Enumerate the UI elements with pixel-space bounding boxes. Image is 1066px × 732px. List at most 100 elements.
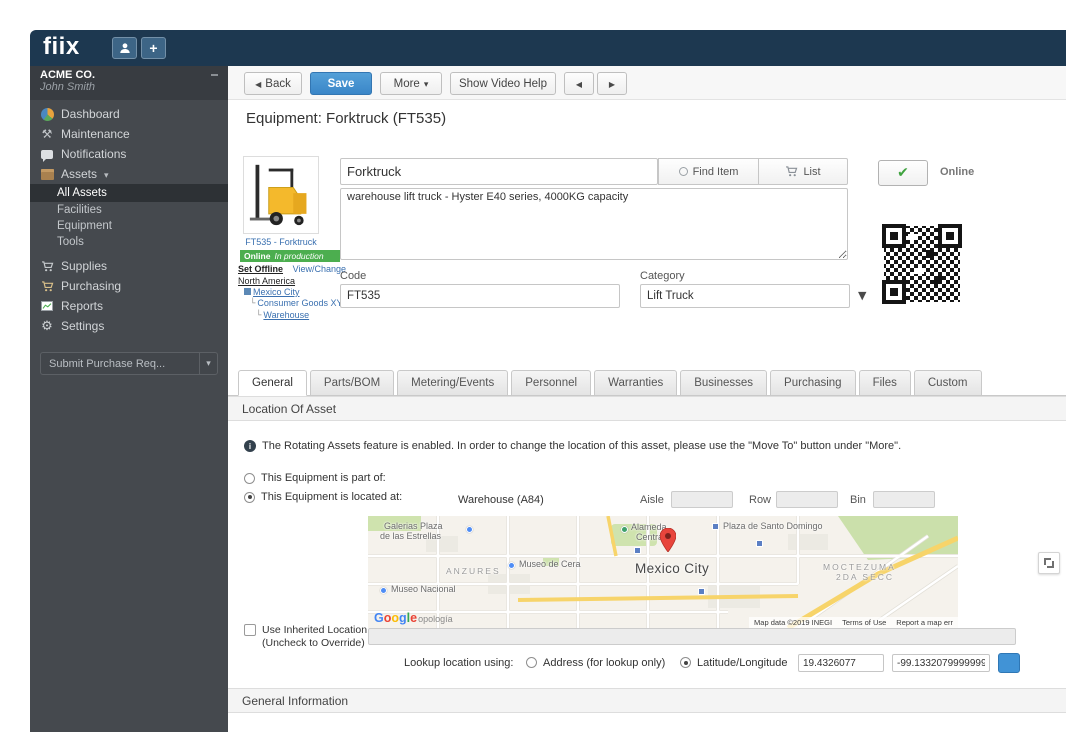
- map-metro-icon[interactable]: [698, 588, 705, 595]
- map-poi-dot[interactable]: [466, 526, 473, 533]
- map-poi-dot[interactable]: [621, 526, 628, 533]
- view-change-link[interactable]: View/Change: [293, 264, 346, 274]
- category-input[interactable]: [640, 284, 850, 308]
- longitude-input[interactable]: [892, 654, 990, 672]
- toolbar: Back Save More Show Video Help: [228, 66, 1066, 100]
- sidebar-item-label: Purchasing: [61, 279, 121, 293]
- sidebar-item-settings[interactable]: Settings: [30, 316, 228, 336]
- tree-item-north-america[interactable]: North America: [238, 276, 295, 286]
- more-button[interactable]: More: [380, 72, 442, 95]
- add-button[interactable]: +: [141, 37, 166, 59]
- map-label-galerias: Galerias Plaza: [384, 521, 443, 531]
- tree-item-mexico-city[interactable]: Mexico City: [253, 287, 300, 297]
- address-input[interactable]: [368, 628, 1016, 645]
- save-button[interactable]: Save: [310, 72, 372, 95]
- tab-parts-bom[interactable]: Parts/BOM: [310, 370, 394, 396]
- report-map-error-link[interactable]: Report a map err: [896, 618, 953, 627]
- maintenance-icon: [40, 127, 54, 141]
- find-item-button[interactable]: Find Item: [658, 158, 759, 185]
- map-pin-icon[interactable]: [660, 528, 676, 552]
- bin-input[interactable]: [873, 491, 935, 508]
- assets-icon: [41, 169, 54, 180]
- row-input[interactable]: [776, 491, 838, 508]
- tree-item-warehouse[interactable]: Warehouse: [263, 310, 309, 320]
- tab-personnel[interactable]: Personnel: [511, 370, 591, 396]
- sidebar-item-assets[interactable]: Assets: [30, 164, 228, 184]
- sidebar-item-supplies[interactable]: Supplies: [30, 256, 228, 276]
- code-input[interactable]: [340, 284, 620, 308]
- set-offline-link[interactable]: Set Offline: [238, 264, 283, 274]
- tree-item-consumer-goods[interactable]: Consumer Goods XYZ: [257, 298, 348, 308]
- sidebar-subitem-label: Tools: [57, 236, 84, 248]
- submit-purchase-req-button[interactable]: Submit Purchase Req...: [40, 352, 218, 375]
- tab-custom[interactable]: Custom: [914, 370, 982, 396]
- sidebar-item-reports[interactable]: Reports: [30, 296, 228, 316]
- location-map[interactable]: Galerias Plaza de las Estrellas ANZURES …: [368, 516, 958, 628]
- prev-button[interactable]: [564, 72, 594, 95]
- app-window: fiix + ACME CO. John Smith Dashboard: [30, 30, 1066, 732]
- sidebar-item-all-assets[interactable]: All Assets: [30, 184, 228, 202]
- top-header-bar: fiix +: [30, 30, 1066, 66]
- tab-warranties[interactable]: Warranties: [594, 370, 677, 396]
- google-logo[interactable]: Googleopología: [374, 611, 453, 625]
- lookup-address-radio[interactable]: [526, 657, 537, 668]
- map-label-santo-domingo: Plaza de Santo Domingo: [723, 521, 823, 531]
- category-dropdown-icon[interactable]: ▼: [858, 289, 866, 302]
- map-label-partial: opología: [418, 614, 453, 624]
- terms-of-use-link[interactable]: Terms of Use: [842, 618, 886, 627]
- tab-files[interactable]: Files: [859, 370, 911, 396]
- sidebar-item-tools[interactable]: Tools: [30, 234, 228, 250]
- next-button[interactable]: [597, 72, 627, 95]
- account-block[interactable]: ACME CO. John Smith: [30, 66, 228, 100]
- online-toggle-button[interactable]: ✔: [878, 160, 928, 186]
- asset-description-input[interactable]: warehouse lift truck - Hyster E40 series…: [340, 188, 848, 260]
- aisle-input[interactable]: [671, 491, 733, 508]
- map-fullscreen-icon[interactable]: [1038, 552, 1060, 574]
- map-metro-icon[interactable]: [712, 523, 719, 530]
- code-label: Code: [340, 270, 366, 282]
- caret-down-icon[interactable]: [199, 353, 217, 374]
- sidebar-item-label: Reports: [61, 299, 103, 313]
- sidebar-item-purchasing[interactable]: Purchasing: [30, 276, 228, 296]
- asset-photo[interactable]: [243, 156, 319, 234]
- inherited-location-checkbox[interactable]: [244, 624, 256, 636]
- supplies-cart-icon: [40, 261, 54, 272]
- part-of-radio[interactable]: [244, 473, 255, 484]
- asset-status-bar: Online In production: [240, 250, 340, 262]
- sidebar-item-label: Notifications: [61, 147, 126, 161]
- video-help-button[interactable]: Show Video Help: [450, 72, 556, 95]
- map-poi-dot[interactable]: [508, 562, 515, 569]
- notice-text: The Rotating Assets feature is enabled. …: [262, 440, 901, 452]
- sidebar-item-dashboard[interactable]: Dashboard: [30, 104, 228, 124]
- lookup-latlong-radio[interactable]: [680, 657, 691, 668]
- status-online-label: Online: [244, 251, 270, 261]
- sidebar-item-label: Dashboard: [61, 107, 120, 121]
- lookup-latlong-label: Latitude/Longitude: [697, 657, 788, 669]
- located-at-value: Warehouse (A84): [458, 494, 544, 506]
- dashboard-icon: [41, 108, 54, 121]
- tab-metering-events[interactable]: Metering/Events: [397, 370, 508, 396]
- map-metro-icon[interactable]: [756, 540, 763, 547]
- located-at-radio[interactable]: [244, 492, 255, 503]
- sidebar-item-notifications[interactable]: Notifications: [30, 144, 228, 164]
- save-label: Save: [328, 78, 355, 90]
- info-icon: [244, 440, 256, 452]
- locate-button[interactable]: [998, 653, 1020, 673]
- section-title: General Information: [242, 694, 348, 708]
- asset-name-input[interactable]: [340, 158, 658, 185]
- tab-general[interactable]: General: [238, 370, 307, 396]
- list-button[interactable]: List: [758, 158, 848, 185]
- asset-photo-caption[interactable]: FT535 - Forktruck: [231, 237, 331, 247]
- sidebar-item-maintenance[interactable]: Maintenance: [30, 124, 228, 144]
- latitude-input[interactable]: [798, 654, 884, 672]
- collapse-icon[interactable]: [211, 74, 218, 76]
- tab-purchasing[interactable]: Purchasing: [770, 370, 856, 396]
- map-metro-icon[interactable]: [634, 547, 641, 554]
- map-poi-dot[interactable]: [380, 587, 387, 594]
- back-button[interactable]: Back: [244, 72, 302, 95]
- tab-businesses[interactable]: Businesses: [680, 370, 767, 396]
- sidebar-item-equipment[interactable]: Equipment: [30, 218, 228, 234]
- user-profile-button[interactable]: [112, 37, 137, 59]
- status-links: Set Offline View/Change: [238, 264, 346, 274]
- sidebar-item-facilities[interactable]: Facilities: [30, 202, 228, 218]
